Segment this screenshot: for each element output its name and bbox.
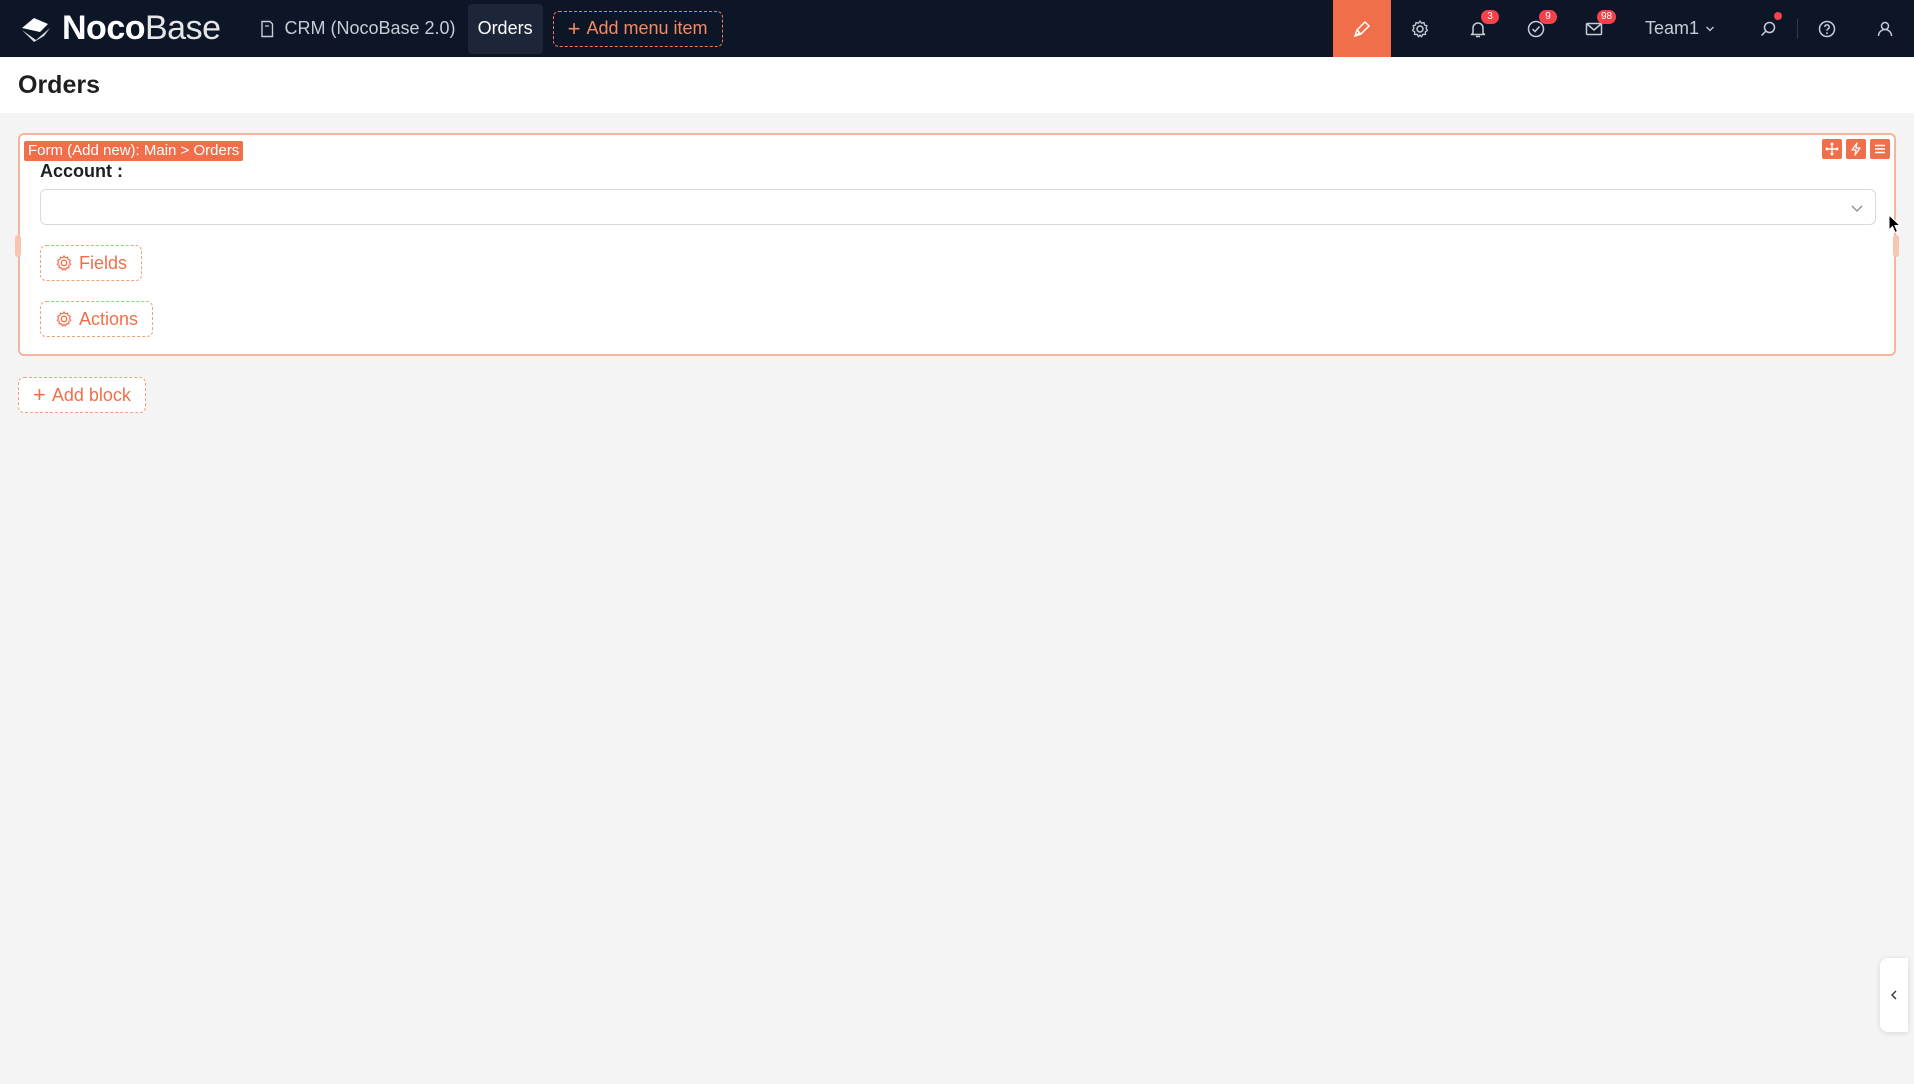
plus-icon: + <box>567 15 581 41</box>
resize-handle-left[interactable] <box>15 235 21 257</box>
nocobase-logo[interactable]: NocoBase <box>18 0 221 57</box>
notifications-button[interactable]: 3 <box>1449 0 1507 57</box>
gear-icon <box>56 311 72 327</box>
user-icon <box>1877 21 1893 36</box>
search-indicator-dot <box>1774 12 1782 20</box>
brand-name-bold: Noco <box>62 9 146 47</box>
tasks-badge: 9 <box>1538 10 1557 24</box>
search-button[interactable] <box>1739 0 1797 57</box>
side-panel-toggle[interactable] <box>1880 958 1908 1032</box>
user-menu-button[interactable] <box>1856 0 1914 57</box>
account-field-label: Account : <box>40 161 123 181</box>
add-block-label: Add block <box>51 384 131 405</box>
question-circle-icon <box>1818 20 1836 37</box>
nav-item-crm[interactable]: CRM (NocoBase 2.0) <box>249 4 466 54</box>
gear-icon <box>56 255 72 271</box>
chevron-down-icon <box>1851 205 1863 212</box>
block-title-tag: Form (Add new): Main > Orders <box>24 141 244 161</box>
menu-icon <box>1875 144 1885 154</box>
lightning-icon <box>1851 142 1861 156</box>
nocobase-logo-icon <box>22 17 50 42</box>
linkage-rules-button[interactable] <box>1846 139 1866 159</box>
brand-name: NocoBase <box>62 9 221 48</box>
form-block[interactable]: Form (Add new): Main > Orders Account : <box>15 133 1899 356</box>
messages-badge: 98 <box>1596 10 1617 24</box>
help-button[interactable] <box>1798 0 1856 57</box>
mouse-cursor-icon <box>1888 214 1902 234</box>
page-title: Orders <box>18 71 100 99</box>
add-block-button[interactable]: + Add block <box>18 377 146 413</box>
add-menu-item-label: Add menu item <box>586 18 708 38</box>
search-icon <box>1760 21 1776 36</box>
block-settings-button[interactable] <box>1870 139 1890 159</box>
actions-button[interactable]: Actions <box>40 301 154 337</box>
nav-item-orders-label: Orders <box>477 18 533 38</box>
nav-item-crm-label: CRM (NocoBase 2.0) <box>284 18 456 38</box>
messages-button[interactable]: 98 <box>1565 0 1623 57</box>
settings-button[interactable] <box>1391 0 1449 57</box>
chevron-left-icon <box>1891 990 1897 1000</box>
brush-icon <box>1353 20 1371 37</box>
chevron-down-icon <box>1706 26 1714 31</box>
nav-item-orders[interactable]: Orders <box>467 3 543 54</box>
top-right-toolbar: 3 9 98 Team1 <box>1332 0 1914 57</box>
fields-button[interactable]: Fields <box>40 245 143 281</box>
fields-button-label: Fields <box>79 252 128 273</box>
top-navigation-bar: NocoBase CRM (NocoBase 2.0) Orders + Add… <box>0 0 1914 57</box>
brand-name-regular: Base <box>145 9 221 47</box>
add-menu-item-button[interactable]: + Add menu item <box>552 10 723 47</box>
ui-editor-toggle[interactable] <box>1332 0 1391 57</box>
team-label: Team1 <box>1644 18 1699 38</box>
document-icon <box>260 20 273 37</box>
drag-block-button[interactable] <box>1822 139 1842 159</box>
page-header: Orders <box>0 57 1914 113</box>
team-switcher[interactable]: Team1 <box>1623 0 1739 57</box>
notifications-badge: 3 <box>1480 10 1499 24</box>
block-toolbar <box>1822 139 1890 159</box>
actions-button-label: Actions <box>79 308 139 329</box>
plus-icon: + <box>33 382 46 407</box>
account-select[interactable] <box>40 189 1876 225</box>
gear-icon <box>1411 19 1429 37</box>
drag-move-icon <box>1825 142 1839 156</box>
tasks-button[interactable]: 9 <box>1507 0 1565 57</box>
resize-handle-right[interactable] <box>1893 235 1899 257</box>
